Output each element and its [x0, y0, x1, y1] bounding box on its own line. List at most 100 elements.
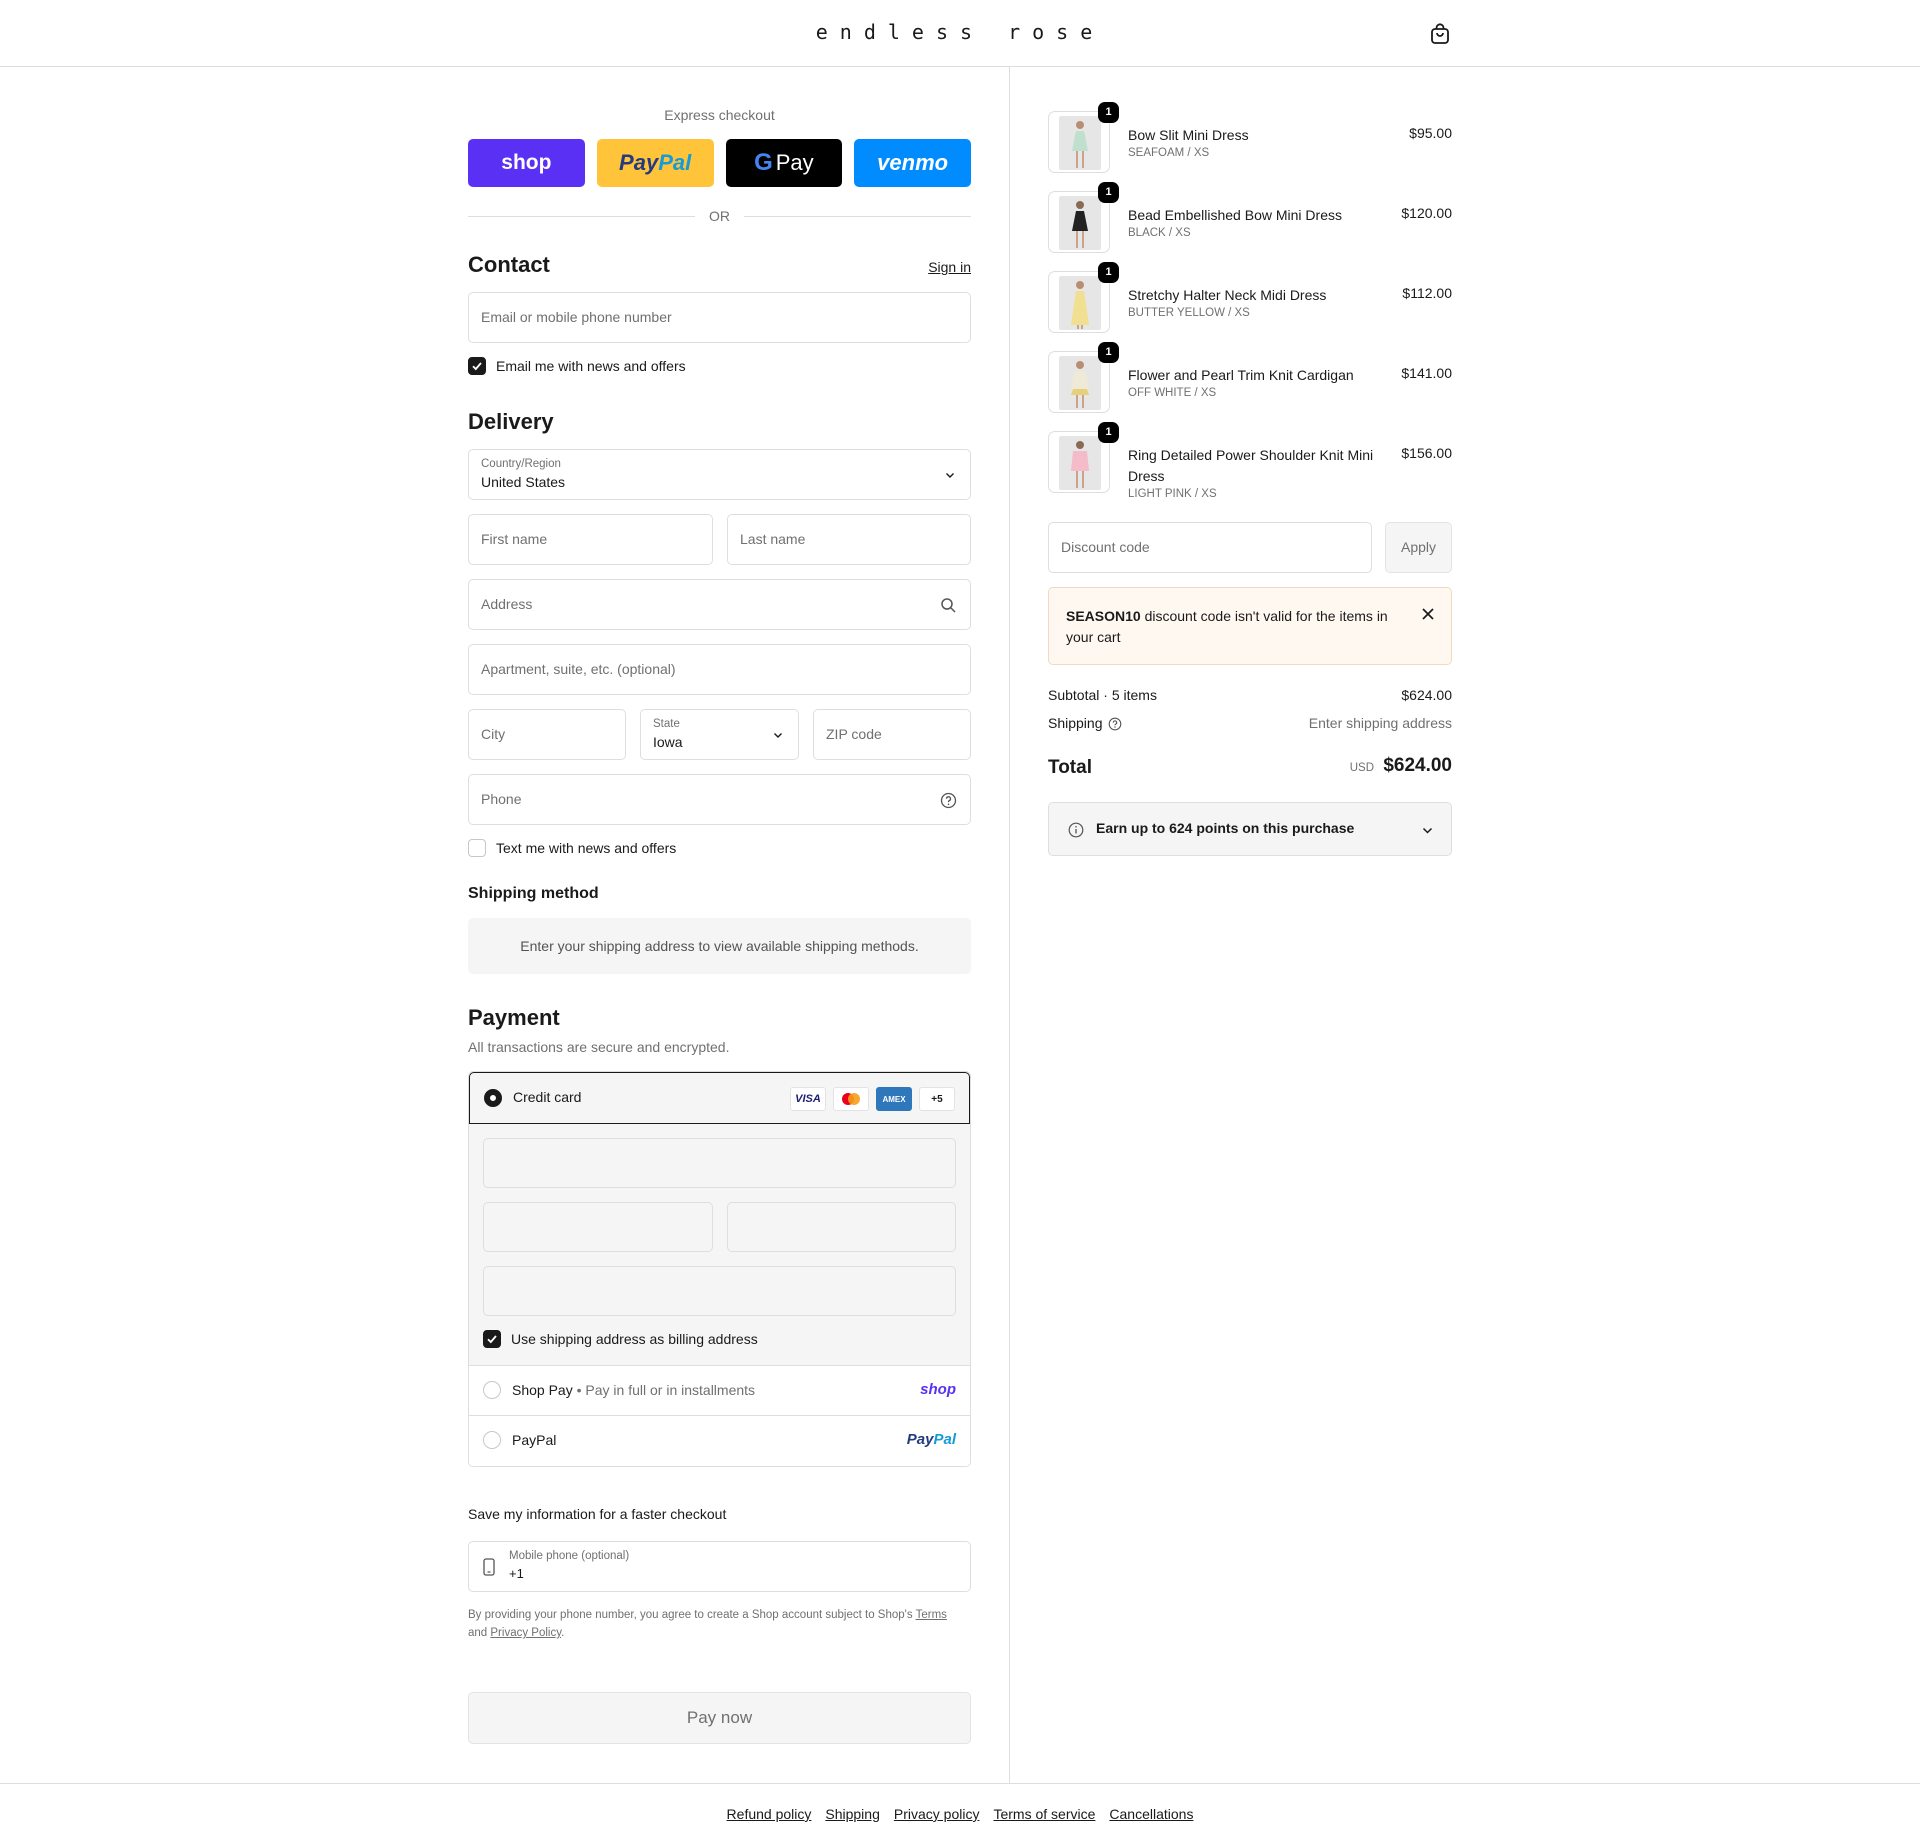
- paypal-radio[interactable]: [483, 1431, 501, 1449]
- mobile-phone-icon: [483, 1558, 495, 1576]
- sign-in-link[interactable]: Sign in: [928, 259, 971, 275]
- discount-code-name: SEASON10: [1066, 608, 1141, 624]
- expiration-date-field[interactable]: [483, 1202, 713, 1252]
- terms-link[interactable]: Terms: [916, 1609, 947, 1621]
- refund-policy-link[interactable]: Refund policy: [727, 1806, 812, 1822]
- mobile-phone-field[interactable]: Mobile phone (optional) +1: [468, 1541, 971, 1592]
- quantity-badge: 1: [1098, 182, 1119, 203]
- help-circle-icon[interactable]: [940, 792, 957, 809]
- chevron-down-icon: [774, 733, 782, 738]
- or-label: OR: [709, 208, 730, 224]
- venmo-express-button[interactable]: venmo: [854, 139, 971, 187]
- name-on-card-field[interactable]: [483, 1266, 956, 1316]
- shop-pay-option[interactable]: Shop Pay • Pay in full or in installment…: [469, 1366, 970, 1416]
- rewards-points-banner[interactable]: Earn up to 624 points on this purchase: [1048, 802, 1452, 856]
- credit-card-radio[interactable]: [484, 1089, 502, 1107]
- fine-print-text: By providing your phone number, you agre…: [468, 1609, 916, 1621]
- more-cards-badge: +5: [919, 1087, 955, 1111]
- express-checkout-buttons: shop Pay Pal G Pay venmo: [468, 139, 971, 187]
- discount-code-placeholder: Discount code: [1061, 539, 1150, 555]
- shipping-label: Shipping: [1048, 715, 1103, 731]
- text-news-checkbox[interactable]: [468, 839, 486, 857]
- card-brand-badges: VISA AMEX +5: [790, 1087, 955, 1111]
- product-variant: SEAFOAM / XS: [1128, 147, 1210, 159]
- email-news-checkbox[interactable]: [468, 357, 486, 375]
- shipping-value: Enter shipping address: [1308, 715, 1452, 731]
- delivery-heading: Delivery: [468, 409, 554, 434]
- discount-code-field[interactable]: Discount code: [1048, 522, 1372, 573]
- mastercard-icon: [833, 1087, 869, 1111]
- phone-field[interactable]: Phone: [468, 774, 971, 825]
- product-name: Flower and Pearl Trim Knit Cardigan: [1128, 367, 1354, 383]
- footer-divider: [0, 1783, 1920, 1784]
- card-number-field[interactable]: [483, 1138, 956, 1188]
- zip-field[interactable]: ZIP code: [813, 709, 971, 760]
- checkmark-icon: [487, 1335, 497, 1344]
- visa-icon: VISA: [790, 1087, 826, 1111]
- address-placeholder: Address: [481, 596, 533, 612]
- shipping-row: Shipping Enter shipping address: [1048, 715, 1452, 731]
- address-field[interactable]: Address: [468, 579, 971, 630]
- product-name: Stretchy Halter Neck Midi Dress: [1128, 287, 1327, 303]
- help-circle-icon[interactable]: [1108, 717, 1122, 731]
- express-checkout-title: Express checkout: [664, 107, 775, 123]
- text-news-checkbox-row[interactable]: Text me with news and offers: [468, 839, 676, 857]
- apply-discount-button[interactable]: Apply: [1385, 522, 1452, 573]
- billing-address-checkbox-row[interactable]: Use shipping address as billing address: [483, 1330, 758, 1348]
- shipping-link[interactable]: Shipping: [825, 1806, 880, 1822]
- total-label: Total: [1048, 757, 1092, 778]
- total-row: Total USD $624.00: [1048, 753, 1452, 783]
- email-placeholder: Email or mobile phone number: [481, 309, 672, 325]
- total-value: $624.00: [1383, 755, 1452, 776]
- subtotal-value: $624.00: [1401, 687, 1452, 703]
- security-code-field[interactable]: [727, 1202, 956, 1252]
- shop-pay-express-button[interactable]: shop: [468, 139, 585, 187]
- cart-item: 1 Flower and Pearl Trim Knit Cardigan OF…: [1048, 342, 1452, 413]
- apartment-field[interactable]: Apartment, suite, etc. (optional): [468, 644, 971, 695]
- quantity-badge: 1: [1098, 342, 1119, 363]
- email-news-checkbox-row[interactable]: Email me with news and offers: [468, 357, 686, 375]
- store-logo[interactable]: endless rose: [0, 20, 1920, 44]
- payment-methods: Credit card VISA AMEX +5 Use shipping ad…: [468, 1071, 971, 1467]
- google-pay-express-button[interactable]: G Pay: [725, 139, 843, 187]
- chevron-down-icon: [1422, 827, 1433, 834]
- pay-now-button[interactable]: Pay now: [468, 1692, 971, 1744]
- product-variant: LIGHT PINK / XS: [1128, 488, 1217, 500]
- paypal-option[interactable]: PayPal PayPal: [469, 1416, 970, 1466]
- paypal-express-button[interactable]: Pay Pal: [596, 139, 714, 187]
- site-header: endless rose: [0, 0, 1920, 67]
- discount-error-notice: SEASON10 discount code isn't valid for t…: [1048, 587, 1452, 665]
- credit-card-form: Use shipping address as billing address: [469, 1124, 970, 1366]
- paypal-logo-pal: Pal: [658, 150, 692, 175]
- state-select[interactable]: State Iowa: [640, 709, 799, 760]
- cancellations-link[interactable]: Cancellations: [1109, 1806, 1193, 1822]
- paypal-label: PayPal: [512, 1432, 557, 1448]
- country-select[interactable]: Country/Region United States: [468, 449, 971, 500]
- cart-item: 1 Bead Embellished Bow Mini Dress BLACK …: [1048, 182, 1452, 253]
- shop-pay-radio[interactable]: [483, 1381, 501, 1399]
- state-label: State: [653, 718, 680, 730]
- country-value: United States: [481, 474, 566, 490]
- rewards-points-text: Earn up to 624 points on this purchase: [1096, 820, 1355, 836]
- privacy-policy-link[interactable]: Privacy Policy: [490, 1627, 561, 1639]
- privacy-policy-footer-link[interactable]: Privacy policy: [894, 1806, 980, 1822]
- billing-address-checkbox[interactable]: [483, 1330, 501, 1348]
- zip-placeholder: ZIP code: [826, 726, 882, 742]
- payment-heading: Payment: [468, 1005, 560, 1030]
- last-name-field[interactable]: Last name: [727, 514, 971, 565]
- payment-subtitle: All transactions are secure and encrypte…: [468, 1039, 730, 1055]
- city-field[interactable]: City: [468, 709, 626, 760]
- product-name: Bow Slit Mini Dress: [1128, 127, 1249, 143]
- paypal-brand-icon: PayPal: [907, 1431, 956, 1448]
- shop-pay-name: Shop Pay: [512, 1382, 573, 1398]
- search-icon: [941, 598, 956, 613]
- close-icon[interactable]: [1421, 607, 1435, 621]
- credit-card-option[interactable]: Credit card VISA AMEX +5: [469, 1072, 970, 1124]
- info-icon: [1068, 822, 1084, 838]
- last-name-placeholder: Last name: [740, 531, 806, 547]
- shopping-bag-icon[interactable]: [1428, 22, 1452, 46]
- country-label: Country/Region: [481, 458, 561, 470]
- email-field[interactable]: Email or mobile phone number: [468, 292, 971, 343]
- terms-of-service-link[interactable]: Terms of service: [993, 1806, 1095, 1822]
- first-name-field[interactable]: First name: [468, 514, 713, 565]
